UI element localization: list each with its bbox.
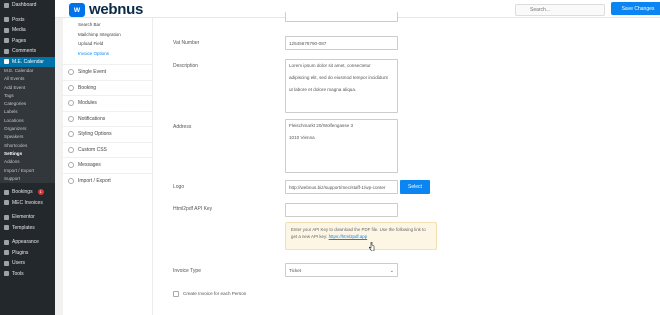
settings-subnav-invoice-options[interactable]: Invoice Options [63, 49, 152, 59]
bookings-count-badge: 1 [37, 189, 44, 196]
wp-sub-import-export[interactable]: Import / Export [0, 166, 55, 175]
wp-menu-comments[interactable]: Comments [0, 46, 55, 57]
user-icon [4, 260, 9, 266]
settings-search-input[interactable] [515, 4, 605, 16]
page-icon [4, 38, 9, 44]
settings-subnav-upload-field[interactable]: Upload Field [63, 39, 152, 49]
wp-sub-add-event[interactable]: Add Event [0, 83, 55, 92]
wp-sub-shortcodes[interactable]: Shortcodes [0, 141, 55, 150]
wp-sub-labels[interactable]: Labels [0, 108, 55, 117]
create-invoice-per-person-label: Create Invoice for each Person [183, 291, 247, 296]
wp-sub-mec-calendar[interactable]: M.E. Calendar [0, 67, 55, 76]
wp-sub-all-events[interactable]: All Events [0, 75, 55, 84]
pin-icon [4, 17, 9, 23]
modules-icon [68, 100, 74, 107]
settings-nav: Search Bar Mailchimp Integration Upload … [63, 18, 153, 315]
previous-field-input[interactable] [285, 12, 398, 22]
wp-admin-sidebar: Dashboard Posts Media Pages Comments M.E… [0, 0, 55, 315]
wp-menu-elementor[interactable]: Elementor [0, 212, 55, 223]
elementor-icon [4, 214, 9, 220]
calendar-icon [4, 59, 9, 65]
settings-subnav-mailchimp[interactable]: Mailchimp Integration [63, 30, 152, 40]
media-icon [4, 27, 9, 33]
message-icon [68, 162, 74, 169]
settings-nav-booking[interactable]: Booking [63, 79, 152, 96]
invoice-type-select[interactable]: Ticket ⌄ [285, 263, 398, 277]
settings-nav-modules[interactable]: Modules [63, 95, 152, 111]
html2pdf-link[interactable]: https://html2pdf.app [329, 234, 368, 239]
invoice-type-label: Invoice Type [173, 268, 201, 274]
wp-sub-support[interactable]: Support [0, 174, 55, 184]
wp-menu-mec[interactable]: M.E. Calendar [0, 56, 55, 67]
webnus-logo: w webnus [69, 1, 143, 18]
brush-icon [4, 239, 9, 245]
ticket-icon [68, 84, 74, 91]
save-changes-button[interactable]: Save Changes [611, 2, 660, 15]
wp-sub-categories[interactable]: Categories [0, 100, 55, 109]
vat-number-input[interactable]: 12545678790-087 [285, 36, 398, 50]
booking-icon [4, 189, 9, 195]
invoice-options-form: Vat Number 12545678790-087 Description L… [153, 12, 660, 315]
settings-nav-notifications[interactable]: Notifications [63, 110, 152, 127]
plugin-icon [4, 250, 9, 256]
wp-menu-users[interactable]: Users [0, 258, 55, 269]
invoice-icon [4, 200, 9, 206]
wp-menu-dashboard[interactable]: Dashboard [0, 0, 55, 11]
wp-menu-mec-invoices[interactable]: MEC Invoices [0, 198, 55, 209]
settings-nav-styling[interactable]: Styling Options [63, 126, 152, 142]
wp-sub-settings[interactable]: Settings [0, 149, 55, 159]
description-label: Description [173, 63, 199, 69]
api-key-notice: Enter your API Key to download the PDF f… [285, 222, 437, 250]
settings-subnav-search-bar[interactable]: Search Bar [63, 20, 152, 30]
logo-label: Logo [173, 184, 185, 190]
settings-nav-import-export[interactable]: Import / Export [63, 172, 152, 189]
settings-nav-custom-css[interactable]: Custom CSS [63, 141, 152, 158]
description-textarea[interactable]: Lorem ipsum dolor sit amet, consectetur … [285, 59, 398, 113]
wp-sub-addons[interactable]: Addons [0, 158, 55, 167]
comment-icon [4, 48, 9, 54]
template-icon [4, 225, 9, 231]
chevron-down-icon: ⌄ [389, 268, 394, 274]
wp-sub-speakers[interactable]: Speakers [0, 133, 55, 142]
dashboard-icon [4, 2, 9, 8]
wp-menu-templates[interactable]: Templates [0, 223, 55, 234]
html2pdf-api-key-label: Html2pdf API Key [173, 206, 213, 212]
wp-sub-locations[interactable]: Locations [0, 116, 55, 126]
address-textarea[interactable]: Fleischmarkt 20/Wolfengasse 3 1010 Vienn… [285, 119, 398, 173]
settings-nav-single-event[interactable]: Single Event [63, 64, 152, 80]
calendar-icon [68, 69, 74, 76]
wp-menu-appearance[interactable]: Appearance [0, 237, 55, 248]
logo-select-button[interactable]: Select [400, 180, 430, 194]
settings-nav-messages[interactable]: Messages [63, 157, 152, 173]
logo-url-input[interactable]: http://webnus.biz/support/mec/staff-1/wp… [285, 180, 398, 194]
webnus-logo-icon: w [69, 2, 85, 17]
bell-icon [68, 115, 74, 122]
wp-menu-pages[interactable]: Pages [0, 36, 55, 47]
tools-icon [4, 271, 9, 277]
wp-sub-tags[interactable]: Tags [0, 91, 55, 101]
vat-number-label: Vat Number [173, 40, 200, 46]
css-icon [68, 146, 74, 153]
import-export-icon [68, 177, 74, 184]
address-label: Address [173, 124, 192, 130]
mouse-cursor-icon [369, 242, 375, 251]
create-invoice-per-person-checkbox[interactable] [173, 291, 179, 297]
wp-menu-plugins[interactable]: Plugins [0, 248, 55, 259]
wp-menu-posts[interactable]: Posts [0, 15, 55, 26]
palette-icon [68, 131, 74, 138]
wp-menu-media[interactable]: Media [0, 25, 55, 36]
html2pdf-api-key-input[interactable] [285, 203, 398, 217]
wp-sub-organizers[interactable]: Organizers [0, 125, 55, 134]
wp-menu-tools[interactable]: Tools [0, 269, 55, 280]
wp-menu-bookings[interactable]: Bookings 1 [0, 187, 55, 198]
